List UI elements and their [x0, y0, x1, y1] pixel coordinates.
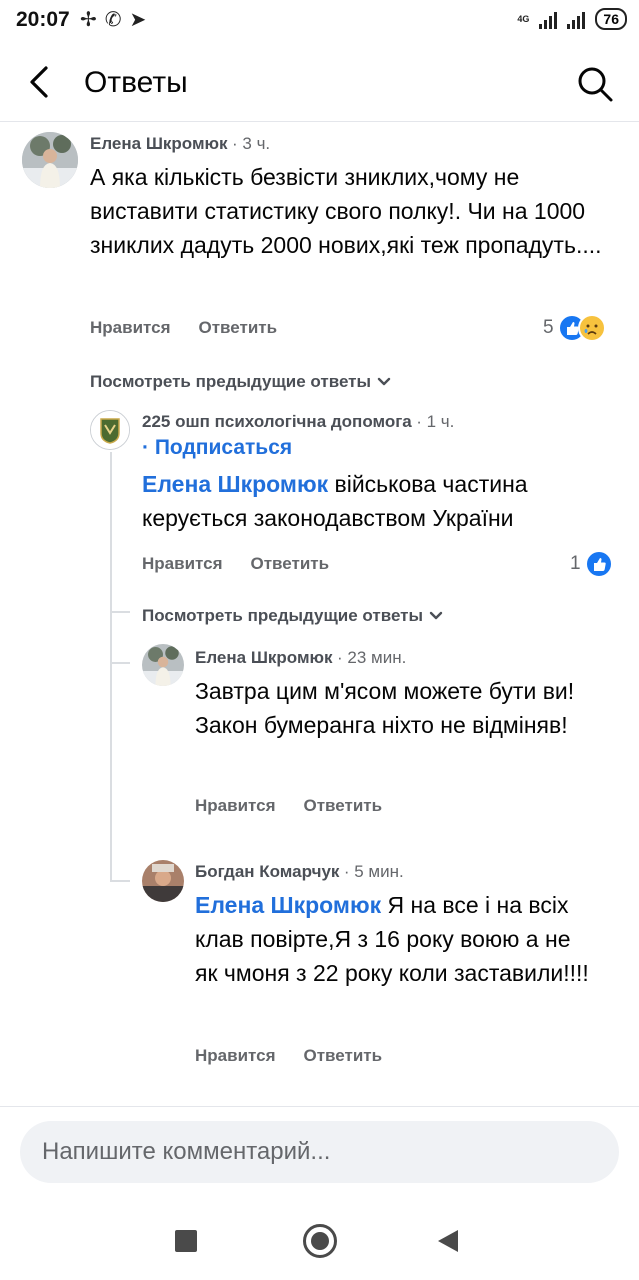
unit-emblem-icon [91, 411, 129, 449]
reply-header: 225 ошп психологічна допомога · 1 ч. [142, 412, 454, 432]
signal-icon-2 [567, 9, 586, 29]
back-button[interactable] [20, 62, 60, 102]
chevron-down-icon [377, 377, 391, 386]
like-button[interactable]: Нравится [90, 318, 171, 338]
avatar[interactable] [22, 132, 78, 188]
reply-button[interactable]: Ответить [304, 1046, 383, 1066]
pinwheel-icon: ✢ [80, 9, 97, 31]
comment-text: А яка кількість безвісти зниклих,чому не… [90, 164, 602, 258]
status-time: 20:07 [16, 8, 70, 31]
thread-line [110, 452, 112, 882]
like-button[interactable]: Нравится [195, 1046, 276, 1066]
reply-button[interactable]: Ответить [251, 554, 330, 574]
comment-author[interactable]: Елена Шкромюк [90, 134, 228, 153]
comment-time: · 3 ч. [232, 134, 271, 153]
comment-input[interactable] [20, 1121, 619, 1183]
reply-header: Елена Шкромюк · 23 мин. [195, 648, 406, 668]
circle-icon[interactable] [303, 1224, 337, 1258]
status-bar: 20:07 ✢ ✆ ➤ 4G 76 [0, 0, 639, 44]
thread-connector [110, 611, 130, 613]
view-previous-replies-label: Посмотреть предыдущие ответы [142, 606, 424, 625]
chevron-down-icon [429, 611, 443, 620]
comment-composer [0, 1106, 639, 1196]
reply-header: Богдан Комарчук · 5 мин. [195, 862, 404, 882]
reply-author[interactable]: Елена Шкромюк [195, 648, 333, 667]
reply-author[interactable]: Богдан Комарчук [195, 862, 339, 881]
back-arrow-icon [30, 66, 48, 98]
search-icon [578, 67, 613, 102]
reply-button[interactable]: Ответить [199, 318, 278, 338]
comment-actions: Нравится Ответить [90, 318, 277, 338]
reply-text: Завтра цим м'ясом можете бути ви! Закон … [195, 678, 575, 738]
like-icon [584, 550, 613, 578]
avatar-photo [22, 132, 78, 188]
reaction-count: 5 [543, 317, 554, 338]
triangle-back-icon[interactable] [436, 1228, 460, 1254]
avatar[interactable] [142, 860, 184, 902]
search-button[interactable] [575, 64, 615, 104]
reply-author[interactable]: 225 ошп психологічна допомога [142, 412, 412, 431]
avatar-photo [142, 644, 184, 686]
avatar[interactable] [142, 644, 184, 686]
like-button[interactable]: Нравится [195, 796, 276, 816]
view-previous-replies[interactable]: Посмотреть предыдущие ответы [90, 372, 391, 392]
system-nav-bar [0, 1200, 639, 1280]
telegram-icon: ➤ [129, 9, 147, 31]
comment-header: Елена Шкромюк · 3 ч. [90, 134, 270, 154]
reply-time: · 5 мин. [343, 862, 404, 881]
follow-button[interactable]: · Подписаться [142, 436, 292, 460]
reply-time: · 23 мин. [337, 648, 407, 667]
app-header: Ответы [0, 44, 639, 122]
notification-icons: ✢ ✆ ➤ [80, 8, 146, 32]
reactions-summary[interactable]: 5 [543, 314, 606, 342]
view-previous-replies[interactable]: Посмотреть предыдущие ответы [142, 606, 443, 626]
network-type: 4G [517, 14, 530, 24]
like-button[interactable]: Нравится [142, 554, 223, 574]
status-right: 4G 76 [517, 8, 627, 30]
reply-text: Елена Шкромюк військова частина керуєтьс… [142, 467, 612, 535]
reaction-count: 1 [570, 553, 581, 574]
mention-link[interactable]: Елена Шкромюк [195, 892, 381, 918]
avatar-photo [142, 860, 184, 902]
thread-connector [110, 662, 130, 664]
view-previous-replies-label: Посмотреть предыдущие ответы [90, 372, 372, 391]
viber-icon: ✆ [104, 9, 122, 31]
square-icon[interactable] [175, 1230, 197, 1252]
battery-indicator: 76 [595, 8, 627, 30]
reply-actions: Нравится Ответить [142, 554, 329, 574]
reply-actions: Нравится Ответить [195, 1046, 382, 1066]
avatar[interactable] [90, 410, 130, 450]
page-title: Ответы [84, 66, 188, 99]
thread-connector [110, 880, 130, 882]
mention-link[interactable]: Елена Шкромюк [142, 471, 328, 497]
reactions-summary[interactable]: 1 [570, 550, 613, 578]
reply-button[interactable]: Ответить [304, 796, 383, 816]
reply-time: · 1 ч. [416, 412, 455, 431]
reply-text: Елена Шкромюк Я на все і на всіх клав по… [195, 888, 595, 990]
reply-actions: Нравится Ответить [195, 796, 382, 816]
signal-icon-1 [539, 9, 558, 29]
comment-input-wrapper[interactable] [20, 1121, 619, 1183]
sad-icon [577, 314, 606, 342]
